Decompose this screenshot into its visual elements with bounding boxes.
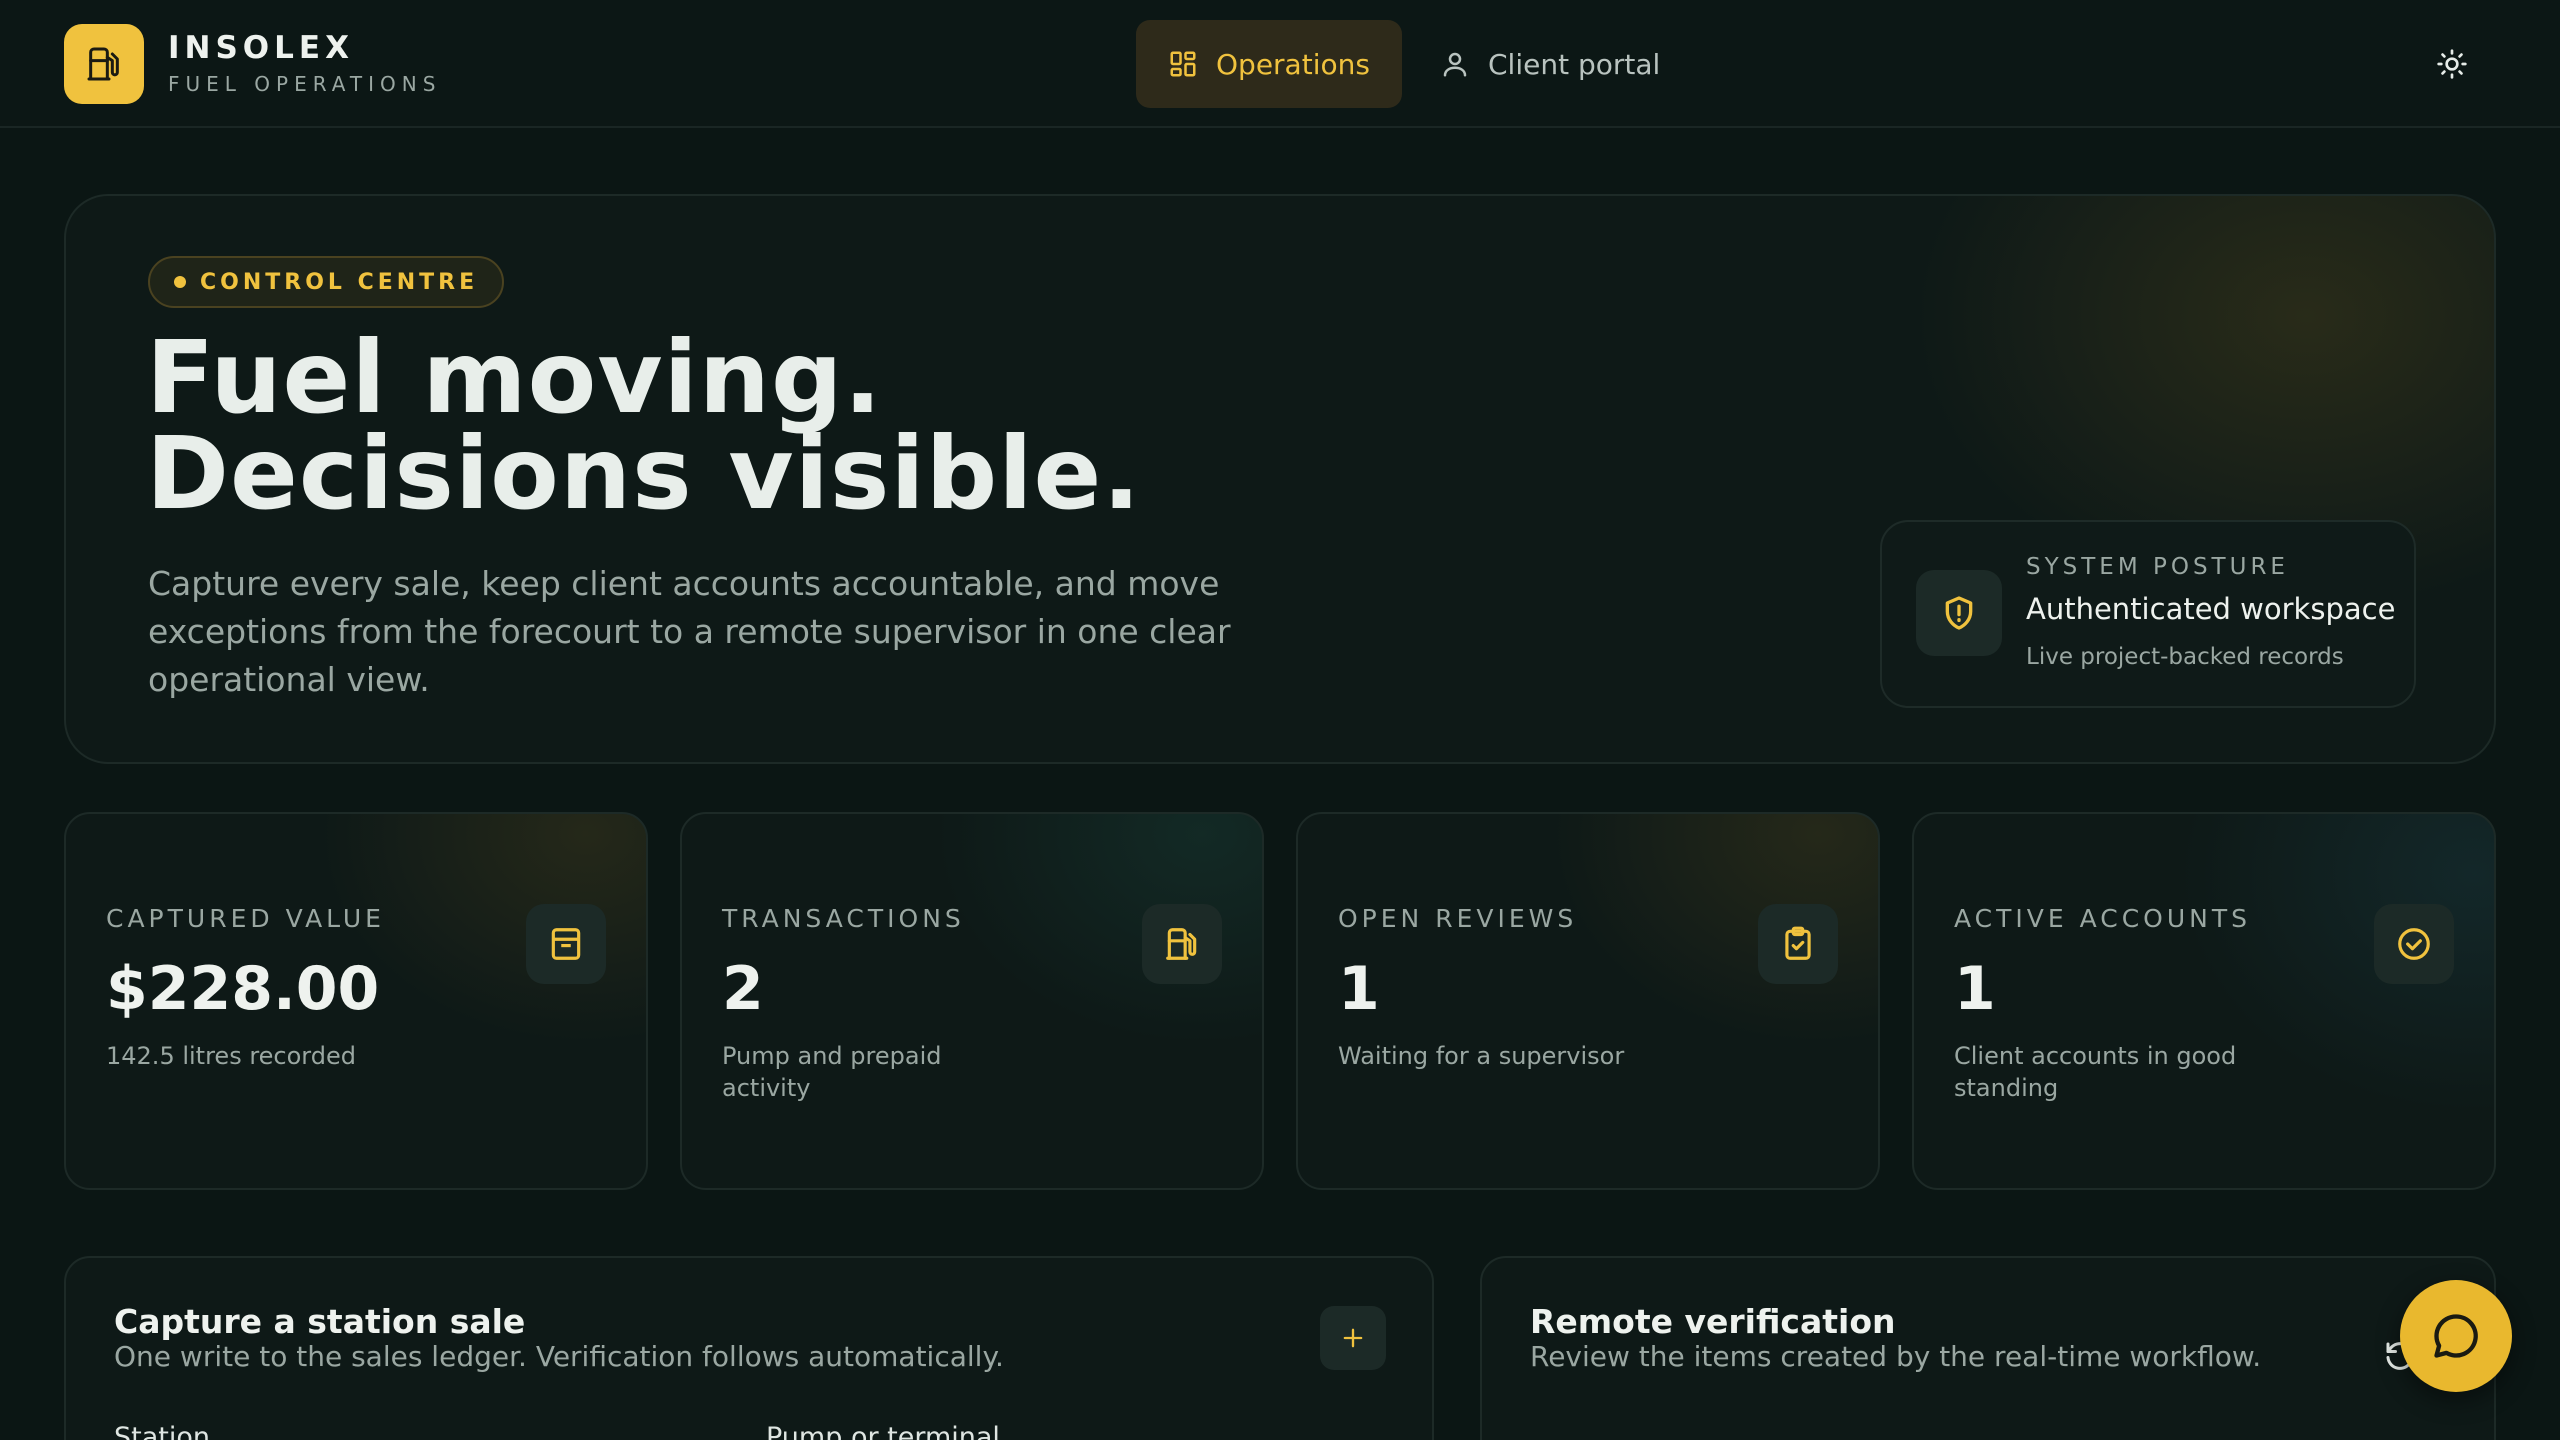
stat-value: 1: [1338, 954, 1380, 1024]
posture-label: SYSTEM POSTURE: [2026, 554, 2289, 580]
station-field-label: Station: [114, 1422, 210, 1440]
add-sale-button[interactable]: [1320, 1306, 1386, 1370]
stat-card-active-accounts: ACTIVE ACCOUNTS 1 Client accounts in goo…: [1912, 812, 2496, 1190]
receipt-box-icon: [551, 928, 581, 960]
stat-caption: Waiting for a supervisor: [1338, 1042, 1625, 1070]
stat-icon-tile: [1758, 904, 1838, 984]
top-navigation-bar: INSOLEX FUEL OPERATIONS Operations Clien…: [0, 0, 2560, 128]
brand-logo[interactable]: [64, 24, 144, 104]
hero-title-line-2: Decisions visible.: [146, 415, 1142, 532]
stat-label: ACTIVE ACCOUNTS: [1954, 904, 2251, 933]
chat-bubble-icon: [2434, 1314, 2478, 1358]
stat-icon-tile: [1142, 904, 1222, 984]
panel-title: Remote verification: [1530, 1302, 1896, 1341]
system-posture-card: SYSTEM POSTURE Authenticated workspace L…: [1880, 520, 2416, 708]
fuel-pump-icon: [87, 47, 119, 81]
panel-subtitle: One write to the sales ledger. Verificat…: [114, 1340, 1004, 1373]
nav-tab-operations[interactable]: Operations: [1136, 20, 1402, 108]
posture-icon-tile: [1916, 570, 2002, 656]
stat-icon-tile: [2374, 904, 2454, 984]
grid-icon: [1170, 51, 1196, 77]
stat-value: $228.00: [106, 954, 380, 1024]
tag-dot-icon: [174, 276, 186, 288]
hero-title-line-1: Fuel moving.: [146, 319, 883, 436]
clipboard-check-icon: [1785, 926, 1811, 960]
capture-sale-panel: Capture a station sale One write to the …: [64, 1256, 1434, 1440]
section-tag: CONTROL CENTRE: [148, 256, 505, 308]
nav-tab-client-portal-label: Client portal: [1488, 47, 1661, 81]
pump-field-label: Pump or terminal: [766, 1422, 1000, 1440]
theme-toggle-button[interactable]: [2430, 42, 2474, 86]
panel-title: Capture a station sale: [114, 1302, 526, 1341]
brand-name: INSOLEX: [168, 30, 354, 66]
user-icon: [1443, 52, 1467, 77]
check-circle-icon: [2398, 928, 2430, 960]
remote-verification-panel: Remote verification Review the items cre…: [1480, 1256, 2496, 1440]
stat-caption: 142.5 litres recorded: [106, 1042, 356, 1070]
fuel-pump-icon: [1166, 928, 1197, 960]
nav-tab-client-portal[interactable]: Client portal: [1440, 20, 1660, 108]
shield-alert-icon: [1945, 596, 1973, 630]
hero-description: Capture every sale, keep client accounts…: [148, 564, 1231, 699]
control-centre-hero: CONTROL CENTRE Fuel moving. Decisions vi…: [64, 194, 2496, 764]
stat-label: CAPTURED VALUE: [106, 904, 385, 933]
stat-caption: Pump and prepaid activity: [722, 1042, 942, 1102]
brand-subtitle: FUEL OPERATIONS: [168, 72, 442, 96]
plus-icon: [1343, 1328, 1363, 1348]
nav-tab-operations-label: Operations: [1216, 47, 1370, 81]
section-tag-label: CONTROL CENTRE: [200, 269, 479, 295]
stat-card-captured-value: CAPTURED VALUE $228.00 142.5 litres reco…: [64, 812, 648, 1190]
posture-subtitle: Live project-backed records: [2026, 644, 2344, 670]
panel-subtitle: Review the items created by the real-tim…: [1530, 1340, 2262, 1373]
stat-icon-tile: [526, 904, 606, 984]
hero-title: Fuel moving. Decisions visible.: [146, 319, 1746, 532]
stat-card-open-reviews: OPEN REVIEWS 1 Waiting for a supervisor: [1296, 812, 1880, 1190]
stat-value: 1: [1954, 954, 1996, 1024]
stat-label: OPEN REVIEWS: [1338, 904, 1578, 933]
stat-value: 2: [722, 954, 764, 1024]
sun-icon: [2437, 49, 2467, 79]
chat-button[interactable]: [2400, 1280, 2512, 1392]
stat-label: TRANSACTIONS: [722, 904, 965, 933]
posture-title: Authenticated workspace: [2026, 592, 2396, 626]
stat-caption: Client accounts in good standing: [1954, 1042, 2237, 1102]
stat-card-transactions: TRANSACTIONS 2 Pump and prepaid activity: [680, 812, 1264, 1190]
